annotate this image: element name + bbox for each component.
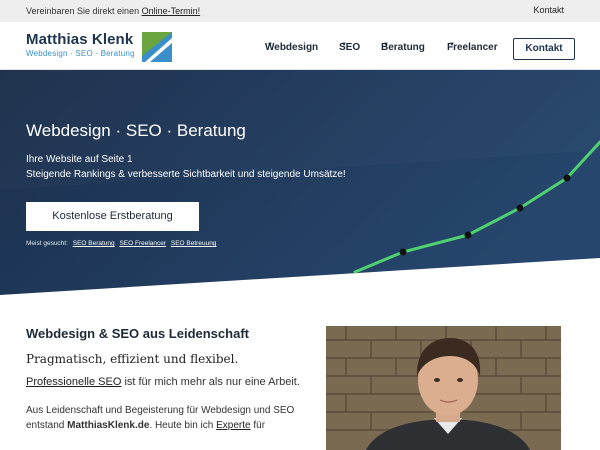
link-seo-beratung[interactable]: SEO Beratung <box>73 240 115 247</box>
topbar-contact-link[interactable]: Kontakt <box>533 5 564 15</box>
hero-section: Webdesign · SEO · Beratung Ihre Website … <box>0 70 600 295</box>
hero-subtitle: Ihre Website auf Seite 1 Steigende Ranki… <box>26 152 346 182</box>
growth-point <box>516 204 524 212</box>
growth-point <box>399 248 407 256</box>
intro-heading: Webdesign & SEO aus Leidenschaft <box>26 326 249 341</box>
p2-domain: MatthiasKlenk.de <box>67 420 150 431</box>
logo-tagline: Webdesign · SEO · Beratung <box>26 49 135 58</box>
intro-paragraph-2: Aus Leidenschaft und Begeisterung für We… <box>26 403 306 433</box>
free-consultation-button[interactable]: Kostenlose Erstberatung <box>26 202 199 231</box>
expert-link[interactable]: Experte <box>216 420 250 431</box>
chevron-down-icon: ▼ <box>449 42 455 48</box>
logo-mark-icon <box>142 32 172 62</box>
appointment-text: Vereinbaren Sie direkt einen <box>26 6 140 16</box>
hero-background <box>0 70 600 295</box>
top-bar: Vereinbaren Sie direkt einen Online-Term… <box>0 0 600 22</box>
site-logo[interactable]: Matthias Klenk Webdesign · SEO · Beratun… <box>26 31 135 58</box>
appointment-notice: Vereinbaren Sie direkt einen Online-Term… <box>26 6 200 16</box>
growth-point <box>563 174 571 182</box>
growth-point <box>464 231 472 239</box>
most-searched: Meist gesucht: SEO Beratung SEO Freelanc… <box>26 240 216 247</box>
hero-title: Webdesign · SEO · Beratung <box>26 121 246 140</box>
hero-line-2: Steigende Rankings & verbesserte Sichtba… <box>26 169 346 180</box>
intro-section: Webdesign & SEO aus Leidenschaft Pragmat… <box>26 326 306 433</box>
nav-webdesign-label: Webdesign <box>265 42 319 53</box>
hero-line-1: Ihre Website auf Seite 1 <box>26 154 133 165</box>
chevron-down-icon: ▼ <box>383 42 389 48</box>
most-searched-label: Meist gesucht: <box>26 240 68 247</box>
contact-button[interactable]: Kontakt <box>513 38 575 60</box>
intro-tagline: Pragmatisch, effizient und flexibel. <box>26 352 239 366</box>
site-header: Matthias Klenk Webdesign · SEO · Beratun… <box>0 22 600 70</box>
portrait-photo <box>326 326 561 450</box>
chevron-down-icon: ▼ <box>341 42 347 48</box>
professional-seo-link[interactable]: Professionelle SEO <box>26 376 121 388</box>
p2-mid: . Heute bin ich <box>149 420 217 431</box>
p2-end: für <box>250 420 266 431</box>
online-appointment-link[interactable]: Online-Termin! <box>142 6 201 16</box>
p1-rest: ist für mich mehr als nur eine Arbeit. <box>121 376 300 388</box>
chevron-down-icon: ▼ <box>267 42 273 48</box>
logo-name: Matthias Klenk <box>26 31 134 48</box>
link-seo-freelancer[interactable]: SEO Freelancer <box>119 240 166 247</box>
link-seo-betreuung[interactable]: SEO Betreuung <box>171 240 217 247</box>
intro-paragraph-1: Professionelle SEO ist für mich mehr als… <box>26 375 306 390</box>
